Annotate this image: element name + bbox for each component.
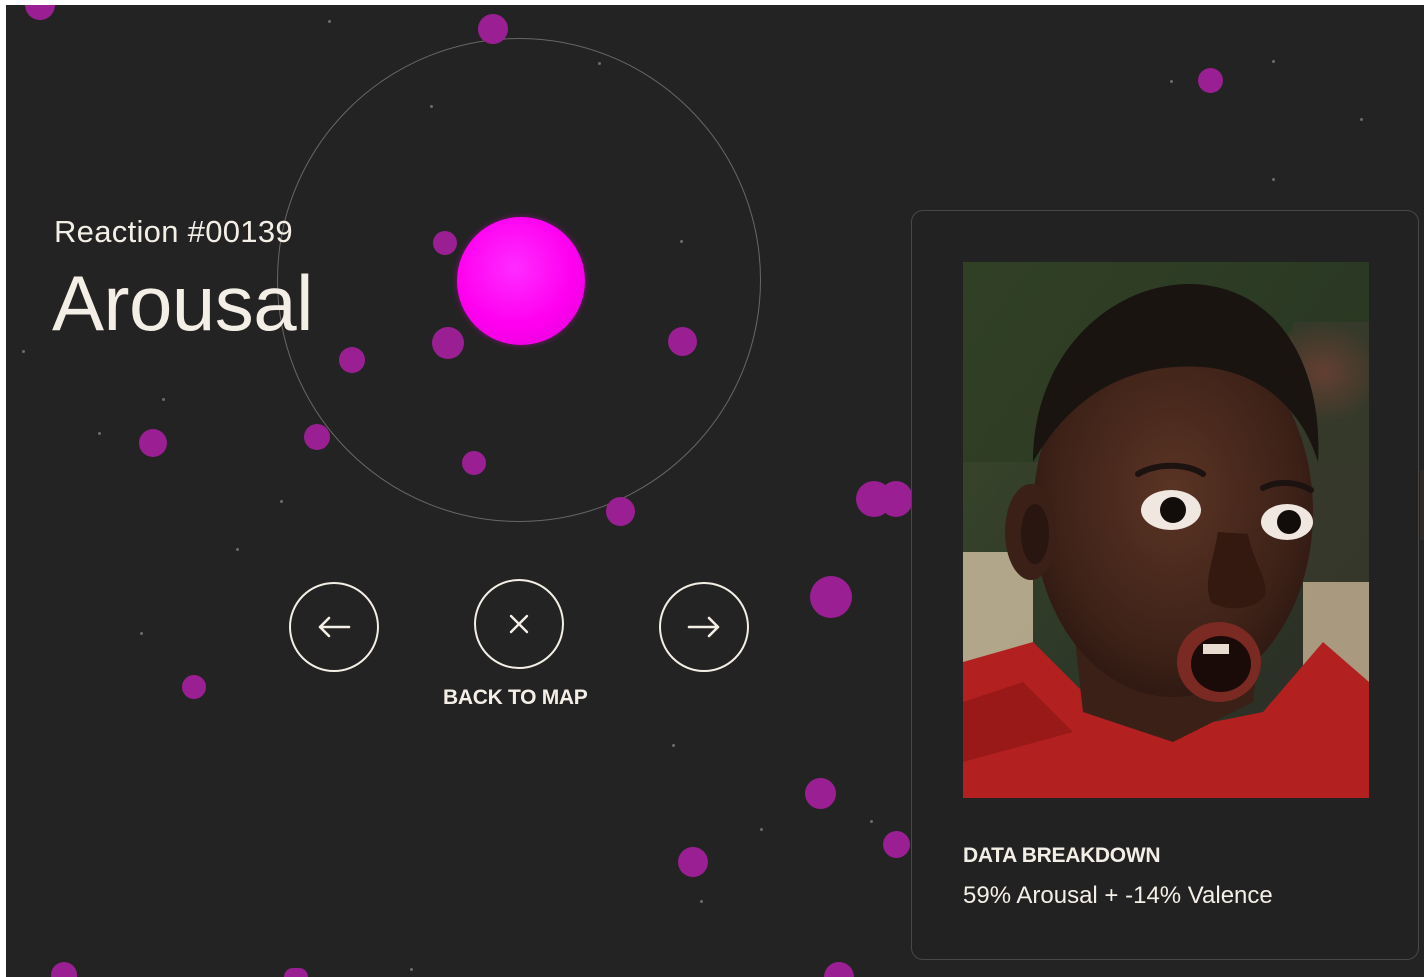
reaction-dot[interactable] xyxy=(182,675,206,699)
reaction-dot[interactable] xyxy=(805,778,836,809)
previous-reaction-button[interactable] xyxy=(289,582,379,672)
window-top-edge xyxy=(0,0,1424,5)
arrow-left-icon xyxy=(316,615,352,639)
reaction-dot[interactable] xyxy=(462,451,486,475)
background-speck xyxy=(140,632,143,635)
background-speck xyxy=(328,20,331,23)
background-speck xyxy=(162,398,165,401)
reaction-dot[interactable] xyxy=(51,962,77,977)
window-left-edge xyxy=(0,0,6,977)
reaction-id: Reaction #00139 xyxy=(54,214,293,249)
reaction-dot[interactable] xyxy=(1198,68,1223,93)
reaction-detail-card: DATA BREAKDOWN 59% Arousal + -14% Valenc… xyxy=(911,210,1419,960)
data-breakdown-values: 59% Arousal + -14% Valence xyxy=(963,882,1273,909)
close-button[interactable] xyxy=(474,579,564,669)
background-speck xyxy=(700,900,703,903)
next-reaction-button[interactable] xyxy=(659,582,749,672)
background-speck xyxy=(1170,80,1173,83)
reaction-dot[interactable] xyxy=(824,962,854,977)
background-speck xyxy=(1272,60,1275,63)
emotion-title: Arousal xyxy=(52,259,313,347)
reaction-dot[interactable] xyxy=(304,424,330,450)
reaction-dot[interactable] xyxy=(810,576,852,618)
background-speck xyxy=(1272,178,1275,181)
reaction-dot[interactable] xyxy=(883,831,910,858)
background-speck xyxy=(236,548,239,551)
background-speck xyxy=(760,828,763,831)
reaction-dot[interactable] xyxy=(478,14,508,44)
background-speck xyxy=(280,500,283,503)
close-icon xyxy=(507,612,531,636)
reaction-dot[interactable] xyxy=(339,347,365,373)
reaction-dot[interactable] xyxy=(678,847,708,877)
reaction-dot[interactable] xyxy=(606,497,635,526)
scrollbar-edge xyxy=(1420,470,1424,540)
reaction-map-stage: Reaction #00139 Arousal BACK TO MAP DATA… xyxy=(0,0,1424,977)
reaction-dot[interactable] xyxy=(432,327,464,359)
back-to-map-link[interactable]: BACK TO MAP xyxy=(443,686,588,710)
reaction-dot[interactable] xyxy=(433,231,457,255)
arrow-right-icon xyxy=(686,615,722,639)
background-speck xyxy=(22,350,25,353)
selected-reaction-orb xyxy=(457,217,585,345)
background-speck xyxy=(98,432,101,435)
background-speck xyxy=(672,744,675,747)
data-breakdown-heading: DATA BREAKDOWN xyxy=(963,844,1161,867)
reaction-dot[interactable] xyxy=(668,327,697,356)
background-speck xyxy=(1360,118,1363,121)
background-speck xyxy=(870,820,873,823)
reaction-photo xyxy=(963,262,1369,798)
reaction-dot[interactable] xyxy=(879,481,913,517)
background-speck xyxy=(410,968,413,971)
reaction-dot[interactable] xyxy=(284,968,308,977)
reaction-dot[interactable] xyxy=(139,429,167,457)
